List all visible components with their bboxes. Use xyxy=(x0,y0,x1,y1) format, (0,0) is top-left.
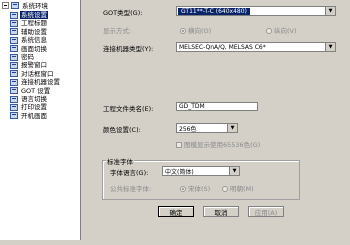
color-value: 256色 xyxy=(179,125,197,133)
radio-icon xyxy=(180,28,186,34)
tree-item-label: 开机画面 xyxy=(21,111,47,120)
tree-root-system-environment[interactable]: 系统环境 xyxy=(2,1,49,10)
settings-page-icon xyxy=(10,61,18,69)
tree-item[interactable]: 辅助设置 xyxy=(10,28,48,36)
display-horizontal-radio[interactable]: 横向(O) xyxy=(180,25,211,35)
tree-item-label: 连接机器设置 xyxy=(21,78,60,87)
standard-font-group-title: 标准字体 xyxy=(106,156,134,166)
tree-item[interactable]: 语言切换 xyxy=(10,95,48,103)
font-mincho-radio[interactable]: 明朝(M) xyxy=(222,183,254,193)
color-65536-checkbox[interactable]: 图模显示使用65536色(G) xyxy=(176,139,260,149)
display-horizontal-label: 横向(O) xyxy=(188,27,212,35)
tree-item-label: 语言切换 xyxy=(21,95,47,103)
font-song-radio[interactable]: 宋体(S) xyxy=(180,183,210,193)
tree-item-label: 辅助设置 xyxy=(21,27,47,36)
settings-page-icon xyxy=(10,11,18,19)
settings-page-icon xyxy=(10,70,18,78)
folder-icon xyxy=(11,2,19,9)
settings-page-icon xyxy=(10,112,18,120)
ok-button[interactable]: 确定 xyxy=(158,206,194,217)
collapse-icon[interactable] xyxy=(2,2,9,9)
got-type-select[interactable]: GT11**-T-C (640x480) ▼ xyxy=(176,6,336,16)
tree-item-label: 画面切换 xyxy=(21,44,47,53)
display-mode-label: 显示方式: xyxy=(103,27,132,35)
font-language-label: 字体语言(G): xyxy=(110,169,149,177)
common-font-label: 公共标准字体: xyxy=(110,185,152,193)
font-language-select[interactable]: 中文(简体) ▼ xyxy=(162,166,240,176)
settings-page-icon xyxy=(10,28,18,36)
tree-item[interactable]: 工程标题 xyxy=(10,19,48,27)
color-65536-label: 图模显示使用65536色(G) xyxy=(184,141,261,149)
checkbox-icon xyxy=(176,142,182,148)
settings-page-icon xyxy=(10,78,18,86)
font-language-value: 中文(简体) xyxy=(165,168,194,176)
tree-item[interactable]: 画面切换 xyxy=(10,45,48,53)
tree-item-label: 工程标题 xyxy=(21,19,47,28)
settings-page-icon xyxy=(10,95,18,103)
color-select[interactable]: 256色 ▼ xyxy=(176,123,238,133)
tree-item-label: 系统信息 xyxy=(21,36,47,45)
controller-type-select[interactable]: MELSEC-QnA/Q, MELSAS C6* ▼ xyxy=(176,42,336,52)
settings-page-icon xyxy=(10,19,18,27)
got-type-value: GT11**-T-C (640x480) xyxy=(178,7,250,15)
tree-item[interactable]: 开机画面 xyxy=(10,112,48,120)
settings-page-icon xyxy=(10,45,18,53)
tree-item-label: 对话框窗口 xyxy=(21,69,54,78)
project-name-input[interactable]: GD_TDM xyxy=(176,102,258,111)
tree-item[interactable]: 连接机器设置 xyxy=(10,78,61,86)
tree-item[interactable]: 打印设置 xyxy=(10,103,48,111)
color-setting-label: 颜色设置(C): xyxy=(103,126,141,134)
tree-item[interactable]: GOT 设置 xyxy=(10,87,51,95)
tree-item-label: 打印设置 xyxy=(21,103,47,112)
display-vertical-label: 纵向(V) xyxy=(274,27,297,35)
tree-item[interactable]: 系统设置 xyxy=(10,11,48,19)
font-song-label: 宋体(S) xyxy=(188,185,211,193)
apply-button[interactable]: 应用(A) xyxy=(248,206,284,217)
tree-item-label: 报警窗口 xyxy=(21,61,47,70)
settings-page-icon xyxy=(10,103,18,111)
controller-type-label: 连接机器类型(Y): xyxy=(103,45,154,53)
tree-item-label: GOT 设置 xyxy=(21,86,51,95)
cancel-button[interactable]: 取消 xyxy=(203,206,239,217)
chevron-down-icon[interactable]: ▼ xyxy=(325,7,335,15)
font-mincho-label: 明朝(M) xyxy=(230,185,254,193)
display-vertical-radio[interactable]: 纵向(V) xyxy=(266,25,297,35)
settings-tree: 系统环境 系统设置 工程标题 辅助设置 系统信息 画面切换 密码 报警窗口 对话框窗口 连接机器… xyxy=(0,0,81,240)
radio-icon xyxy=(266,28,272,34)
chevron-down-icon[interactable]: ▼ xyxy=(227,124,237,132)
radio-icon xyxy=(180,186,186,192)
settings-page-icon xyxy=(10,87,18,95)
controller-type-value: MELSEC-QnA/Q, MELSAS C6* xyxy=(179,43,266,51)
tree-item[interactable]: 报警窗口 xyxy=(10,61,48,69)
settings-page-icon xyxy=(10,53,18,61)
tree-item-label: 系统设置 xyxy=(20,11,48,19)
tree-root-label: 系统环境 xyxy=(22,1,48,10)
tree-item[interactable]: 系统信息 xyxy=(10,36,48,44)
chevron-down-icon[interactable]: ▼ xyxy=(229,167,239,175)
settings-page-icon xyxy=(10,36,18,44)
project-name-label: 工程文件类名(E): xyxy=(103,105,154,113)
tree-item-label: 密码 xyxy=(21,53,34,61)
got-type-label: GOT类型(G): xyxy=(103,9,143,17)
radio-icon xyxy=(222,186,228,192)
chevron-down-icon[interactable]: ▼ xyxy=(325,43,335,51)
tree-item[interactable]: 对话框窗口 xyxy=(10,70,55,78)
tree-item[interactable]: 密码 xyxy=(10,53,35,61)
